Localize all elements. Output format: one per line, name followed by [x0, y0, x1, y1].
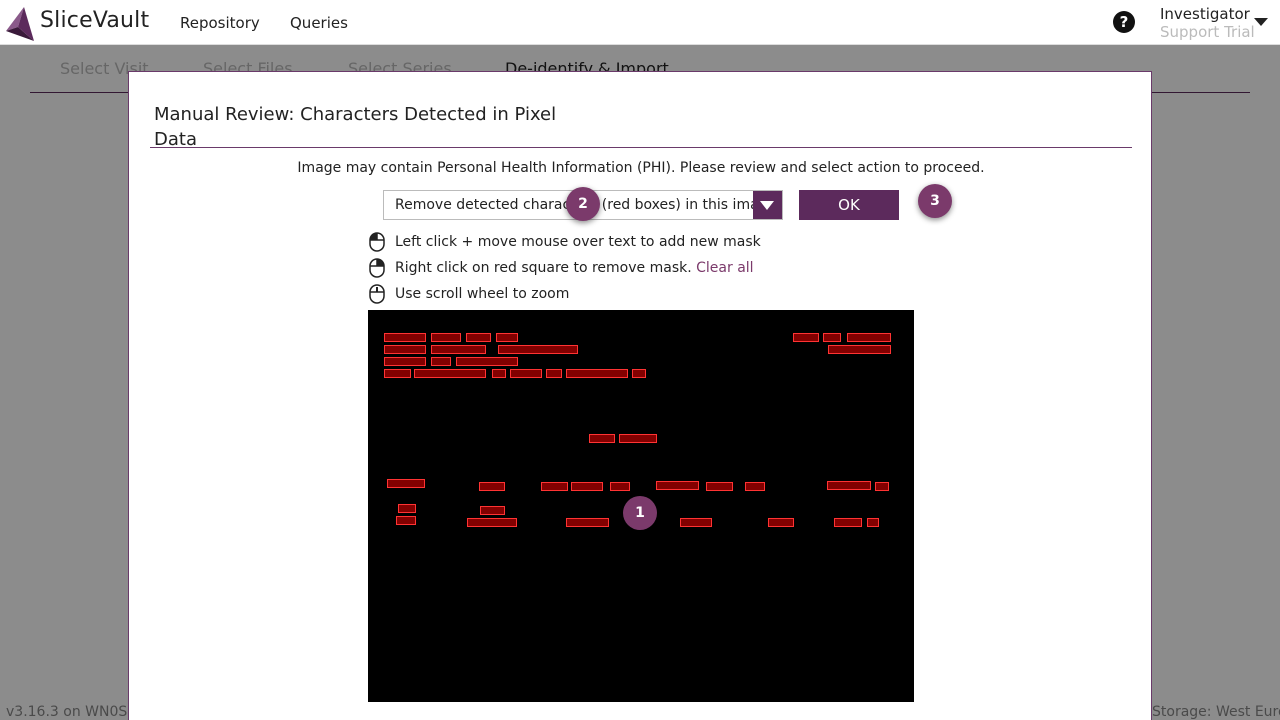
phi-mask[interactable] — [480, 506, 505, 515]
phi-mask[interactable] — [384, 345, 426, 354]
clear-all-link[interactable]: Clear all — [696, 260, 753, 276]
phi-mask[interactable] — [589, 434, 615, 443]
manual-review-modal: Manual Review: Characters Detected in Pi… — [128, 71, 1152, 720]
phi-mask[interactable] — [498, 345, 578, 354]
phi-mask[interactable] — [492, 369, 506, 378]
phi-mask[interactable] — [510, 369, 542, 378]
phi-mask[interactable] — [827, 481, 871, 490]
phi-mask[interactable] — [431, 357, 451, 366]
user-subtitle: Support Trial — [1160, 23, 1255, 41]
question-circle-icon[interactable]: ? — [1113, 11, 1135, 33]
phi-mask[interactable] — [384, 357, 426, 366]
phi-mask[interactable] — [823, 333, 841, 342]
nav-queries[interactable]: Queries — [290, 14, 348, 32]
phi-mask[interactable] — [680, 518, 712, 527]
hint-add-mask-text: Left click + move mouse over text to add… — [395, 234, 761, 250]
phi-mask[interactable] — [431, 333, 461, 342]
phi-mask[interactable] — [398, 504, 416, 513]
phi-mask[interactable] — [396, 516, 416, 525]
hint-zoom-text: Use scroll wheel to zoom — [395, 286, 570, 302]
ok-button[interactable]: OK — [799, 190, 899, 220]
phi-mask[interactable] — [467, 518, 517, 527]
phi-mask[interactable] — [619, 434, 657, 443]
phi-mask[interactable] — [431, 345, 486, 354]
phi-mask[interactable] — [706, 482, 733, 491]
slicevault-logo-icon[interactable] — [4, 5, 36, 43]
phi-mask[interactable] — [566, 369, 628, 378]
top-nav-bar: SliceVault Repository Queries ? Investig… — [0, 0, 1280, 45]
phi-mask[interactable] — [632, 369, 646, 378]
phi-mask[interactable] — [456, 357, 518, 366]
phi-mask[interactable] — [566, 518, 609, 527]
phi-mask[interactable] — [793, 333, 819, 342]
mouse-right-click-icon — [369, 258, 385, 278]
phi-mask[interactable] — [546, 369, 562, 378]
mouse-left-click-icon — [369, 232, 385, 252]
user-menu-caret-icon[interactable] — [1254, 18, 1268, 26]
phi-warning-message: Image may contain Personal Health Inform… — [297, 160, 985, 176]
phi-mask[interactable] — [768, 518, 794, 527]
phi-mask[interactable] — [847, 333, 891, 342]
phi-mask[interactable] — [541, 482, 568, 491]
modal-title: Manual Review: Characters Detected in Pi… — [154, 104, 557, 150]
hint-zoom: Use scroll wheel to zoom — [369, 284, 569, 304]
phi-mask[interactable] — [867, 518, 879, 527]
phi-mask[interactable] — [745, 482, 765, 491]
hint-remove-mask-text: Right click on red square to remove mask… — [395, 260, 692, 276]
chevron-down-icon[interactable] — [753, 191, 782, 219]
phi-mask[interactable] — [384, 369, 411, 378]
phi-mask[interactable] — [384, 333, 426, 342]
phi-mask[interactable] — [466, 333, 491, 342]
phi-mask[interactable] — [656, 481, 699, 490]
hint-remove-mask: Right click on red square to remove mask… — [369, 258, 754, 278]
phi-mask[interactable] — [387, 479, 425, 488]
user-name[interactable]: Investigator — [1160, 5, 1250, 23]
phi-mask[interactable] — [571, 482, 603, 491]
modal-title-divider — [150, 147, 1132, 148]
phi-mask[interactable] — [610, 482, 630, 491]
phi-mask[interactable] — [479, 482, 505, 491]
phi-mask[interactable] — [828, 345, 891, 354]
annotation-badge-3: 3 — [918, 184, 952, 218]
phi-mask[interactable] — [834, 518, 862, 527]
hint-add-mask: Left click + move mouse over text to add… — [369, 232, 761, 252]
nav-repository[interactable]: Repository — [180, 14, 260, 32]
phi-mask[interactable] — [875, 482, 889, 491]
annotation-badge-2: 2 — [566, 187, 600, 221]
phi-mask[interactable] — [496, 333, 518, 342]
brand-name[interactable]: SliceVault — [40, 8, 149, 33]
mouse-scroll-icon — [369, 284, 385, 304]
annotation-badge-1: 1 — [623, 496, 657, 530]
phi-mask[interactable] — [414, 369, 486, 378]
